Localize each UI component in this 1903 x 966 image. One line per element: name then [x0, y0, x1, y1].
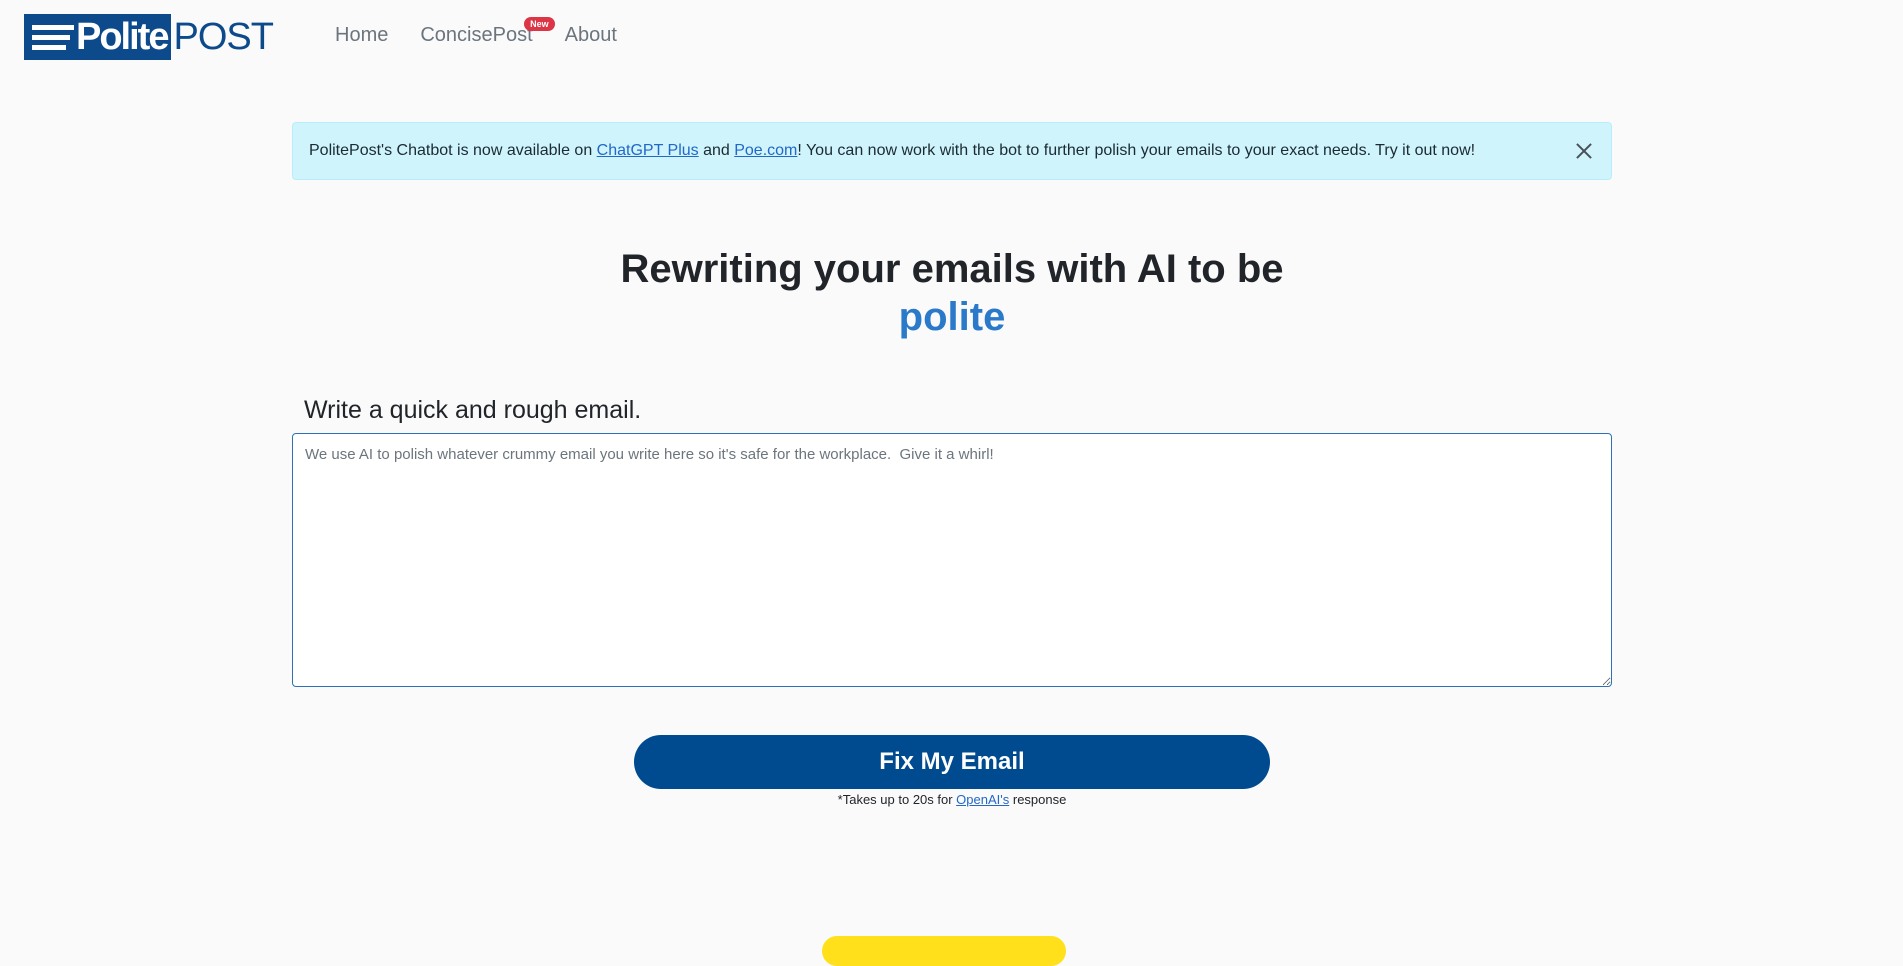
nav-item-concisepost[interactable]: ConcisePost New — [420, 17, 555, 47]
chatbot-announcement-alert: PolitePost's Chatbot is now available on… — [292, 122, 1612, 180]
alert-text-after: ! You can now work with the bot to furth… — [797, 142, 1476, 159]
alert-text-before: PolitePost's Chatbot is now available on — [309, 142, 597, 159]
logo-mark: Polite — [24, 14, 172, 60]
yellow-button-partial[interactable] — [822, 936, 1066, 966]
poe-link[interactable]: Poe.com — [734, 142, 797, 159]
page-title: Rewriting your emails with AI to be — [620, 247, 1284, 291]
nav-item-concisepost-label: ConcisePost — [420, 24, 533, 46]
alert-message: PolitePost's Chatbot is now available on… — [309, 142, 1475, 160]
email-input-label: Write a quick and rough email. — [304, 396, 642, 424]
nav-item-about[interactable]: About — [565, 24, 617, 47]
new-badge: New — [524, 17, 555, 31]
politepost-logo[interactable]: Polite POST — [24, 14, 274, 60]
email-input[interactable] — [292, 433, 1612, 687]
fix-my-email-button[interactable]: Fix My Email — [634, 735, 1270, 789]
nav-item-home[interactable]: Home — [335, 24, 388, 47]
nav-links: Home ConcisePost New About — [335, 17, 617, 47]
logo-text-polite: Polite — [76, 16, 169, 58]
note-text-before: *Takes up to 20s for — [837, 792, 957, 807]
close-icon[interactable] — [1571, 139, 1595, 163]
alert-text-mid: and — [698, 142, 735, 159]
chatgpt-plus-link[interactable]: ChatGPT Plus — [597, 142, 699, 159]
navbar: Polite POST Home ConcisePost New About — [0, 0, 1903, 76]
openai-link[interactable]: OpenAI's — [956, 792, 1009, 807]
logo-lines-icon — [32, 24, 74, 50]
hero-rotating-word: polite — [898, 295, 1006, 339]
response-time-note: *Takes up to 20s for OpenAI's response — [634, 792, 1270, 807]
logo-text-post: POST — [173, 16, 273, 58]
note-text-after: response — [1009, 792, 1067, 807]
hero: Rewriting your emails with AI to be poli… — [292, 244, 1612, 342]
